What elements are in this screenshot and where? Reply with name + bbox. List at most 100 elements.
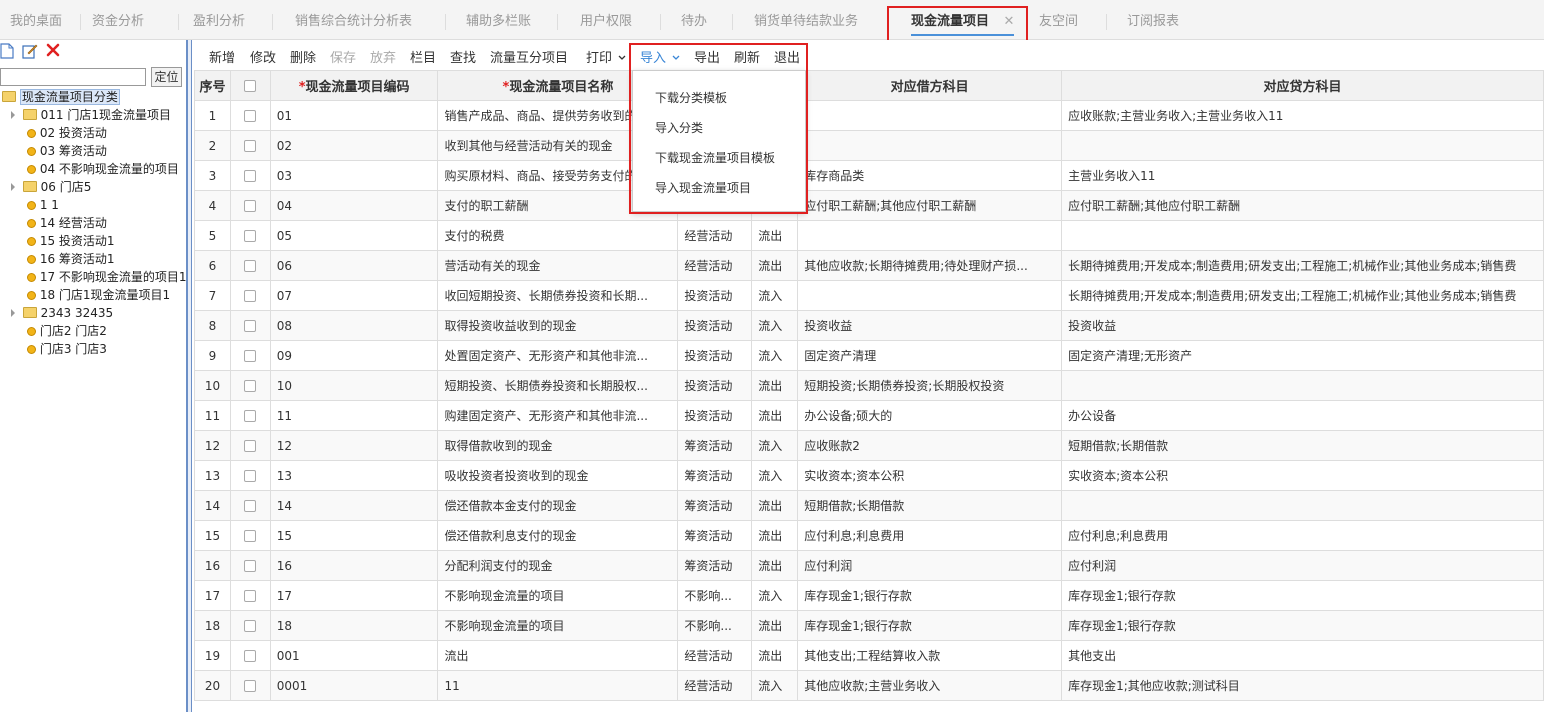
table-row[interactable]: 18 18 不影响现金流量的项目 不影响... 流出 库存现金1;银行存款 库存现金1;银行… <box>194 610 1544 641</box>
cell-category[interactable]: 投资活动 <box>677 340 753 371</box>
tree-node-leaf[interactable]: 02 投资活动 <box>27 124 107 142</box>
cell-direction[interactable]: 流入 <box>751 670 799 701</box>
cell-credit[interactable] <box>1061 130 1544 161</box>
table-row[interactable]: 11 11 购建固定资产、无形资产和其他非流... 投资活动 流出 办公设备;硕大的 办公设… <box>194 400 1544 431</box>
table-row[interactable]: 20 0001 11 经营活动 流入 其他应收款;主营业务收入 库存现金1;其他应收款;测试… <box>194 670 1544 701</box>
cell-seq[interactable]: 5 <box>194 220 231 251</box>
tree-node-group[interactable]: 06 门店5 <box>11 178 91 196</box>
export-button[interactable]: 导出 <box>694 47 720 66</box>
cell-seq[interactable]: 10 <box>194 370 231 401</box>
cell-code[interactable]: 08 <box>269 310 439 341</box>
cell-debit[interactable]: 应付利润 <box>797 550 1063 581</box>
cell-name[interactable]: 偿还借款本金支付的现金 <box>437 490 679 521</box>
save-button[interactable]: 保存 <box>330 47 356 66</box>
tree-search-input[interactable] <box>0 68 146 86</box>
cell-category[interactable]: 经营活动 <box>677 640 753 671</box>
row-checkbox[interactable] <box>244 590 257 602</box>
tree-node-leaf[interactable]: 03 筹资活动 <box>27 142 107 160</box>
table-row[interactable]: 5 05 支付的税费 经营活动 流出 <box>194 220 1544 251</box>
tree-node-root[interactable]: 现金流量项目分类 <box>2 88 120 106</box>
row-checkbox[interactable] <box>244 170 257 182</box>
panel-splitter[interactable] <box>186 40 192 712</box>
edit-icon[interactable] <box>22 43 38 59</box>
cell-credit[interactable]: 库存现金1;银行存款 <box>1061 610 1544 641</box>
cell-code[interactable]: 02 <box>269 130 439 161</box>
cell-seq[interactable]: 16 <box>194 550 231 581</box>
cell-credit[interactable]: 库存现金1;其他应收款;测试科目 <box>1061 670 1544 701</box>
cell-debit[interactable]: 办公设备;硕大的 <box>797 400 1063 431</box>
select-all-checkbox[interactable] <box>244 79 257 92</box>
row-checkbox[interactable] <box>244 620 257 632</box>
cell-seq[interactable]: 8 <box>194 310 231 341</box>
cell-name[interactable]: 短期投资、长期债券投资和长期股权... <box>437 370 679 401</box>
cell-code[interactable]: 14 <box>269 490 439 521</box>
menu-item-import-items[interactable]: 导入现金流量项目 <box>655 179 751 196</box>
edit-button[interactable]: 修改 <box>250 47 276 66</box>
row-checkbox[interactable] <box>244 560 257 572</box>
cell-name[interactable]: 偿还借款利息支付的现金 <box>437 520 679 551</box>
table-row[interactable]: 10 10 短期投资、长期债券投资和长期股权... 投资活动 流出 短期投资;长期债券投资… <box>194 370 1544 401</box>
cell-category[interactable]: 经营活动 <box>677 670 753 701</box>
cell-seq[interactable]: 17 <box>194 580 231 611</box>
cell-debit[interactable]: 短期借款;长期借款 <box>797 490 1063 521</box>
cell-category[interactable]: 筹资活动 <box>677 550 753 581</box>
row-checkbox[interactable] <box>244 110 257 122</box>
cell-category[interactable]: 经营活动 <box>677 250 753 281</box>
delete-icon[interactable] <box>46 43 60 57</box>
cell-credit[interactable]: 长期待摊费用;开发成本;制造费用;研发支出;工程施工;机械作业;其他业务成本;销… <box>1061 280 1544 311</box>
cell-category[interactable]: 筹资活动 <box>677 490 753 521</box>
cell-debit[interactable]: 库存商品类 <box>797 160 1063 191</box>
expand-icon[interactable] <box>11 183 15 191</box>
row-checkbox[interactable] <box>244 440 257 452</box>
menu-item-download-item-template[interactable]: 下载现金流量项目模板 <box>655 149 775 166</box>
cell-debit[interactable] <box>797 100 1063 131</box>
tab-aux-ledger[interactable]: 辅助多栏账 <box>466 8 531 36</box>
cell-direction[interactable]: 流入 <box>751 430 799 461</box>
cell-code[interactable]: 17 <box>269 580 439 611</box>
cell-code[interactable]: 06 <box>269 250 439 281</box>
cell-credit[interactable] <box>1061 490 1544 521</box>
discard-button[interactable]: 放弃 <box>370 47 396 66</box>
table-row[interactable]: 19 001 流出 经营活动 流出 其他支出;工程结算收入款 其他支出 <box>194 640 1544 671</box>
table-row[interactable]: 3 03 购买原材料、商品、接受劳务支付的现金 库存商品类 主营业务收入11 <box>194 160 1544 191</box>
cell-credit[interactable]: 投资收益 <box>1061 310 1544 341</box>
cell-seq[interactable]: 19 <box>194 640 231 671</box>
cell-debit[interactable]: 固定资产清理 <box>797 340 1063 371</box>
cell-code[interactable]: 15 <box>269 520 439 551</box>
import-button[interactable]: 导入 <box>640 47 680 66</box>
tree-node-group[interactable]: 011 门店1现金流量项目 <box>11 106 171 124</box>
table-row[interactable]: 15 15 偿还借款利息支付的现金 筹资活动 流出 应付利息;利息费用 应付利息;利息费用 <box>194 520 1544 551</box>
row-checkbox[interactable] <box>244 470 257 482</box>
cell-seq[interactable]: 2 <box>194 130 231 161</box>
cell-code[interactable]: 01 <box>269 100 439 131</box>
cell-credit[interactable]: 固定资产清理;无形资产 <box>1061 340 1544 371</box>
cell-category[interactable]: 投资活动 <box>677 280 753 311</box>
locate-button[interactable]: 定位 <box>151 67 182 87</box>
row-checkbox[interactable] <box>244 350 257 362</box>
col-header-credit[interactable]: 对应贷方科目 <box>1061 70 1544 101</box>
cell-name[interactable]: 11 <box>437 670 679 701</box>
table-row[interactable]: 2 02 收到其他与经营活动有关的现金 <box>194 130 1544 161</box>
cell-debit[interactable]: 库存现金1;银行存款 <box>797 610 1063 641</box>
table-row[interactable]: 12 12 取得借款收到的现金 筹资活动 流入 应收账款2 短期借款;长期借款 <box>194 430 1544 461</box>
cell-direction[interactable]: 流入 <box>751 280 799 311</box>
cell-credit[interactable]: 应付利息;利息费用 <box>1061 520 1544 551</box>
tree-node-leaf[interactable]: 14 经营活动 <box>27 214 107 232</box>
cell-name[interactable]: 处置固定资产、无形资产和其他非流... <box>437 340 679 371</box>
cell-category[interactable]: 筹资活动 <box>677 520 753 551</box>
tree-node-leaf[interactable]: 15 投资活动1 <box>27 232 115 250</box>
cell-direction[interactable]: 流出 <box>751 220 799 251</box>
tree-node-leaf[interactable]: 04 不影响现金流量的项目 <box>27 160 179 178</box>
cell-debit[interactable]: 其他支出;工程结算收入款 <box>797 640 1063 671</box>
row-checkbox[interactable] <box>244 140 257 152</box>
cell-debit[interactable]: 实收资本;资本公积 <box>797 460 1063 491</box>
refresh-button[interactable]: 刷新 <box>734 47 760 66</box>
row-checkbox[interactable] <box>244 230 257 242</box>
row-checkbox[interactable] <box>244 410 257 422</box>
cell-code[interactable]: 09 <box>269 340 439 371</box>
tab-cash-flow-items[interactable]: 现金流量项目 ✕ <box>911 8 1015 36</box>
table-row[interactable]: 6 06 营活动有关的现金 经营活动 流出 其他应收款;长期待摊费用;待处理财产损... 长… <box>194 250 1544 281</box>
table-row[interactable]: 4 04 支付的职工薪酬 应付职工薪酬;其他应付职工薪酬 应付职工薪酬;其他应付职工薪酬 <box>194 190 1544 221</box>
menu-item-import-category[interactable]: 导入分类 <box>655 119 703 136</box>
tree-node-leaf[interactable]: 17 不影响现金流量的项目1 <box>27 268 187 286</box>
